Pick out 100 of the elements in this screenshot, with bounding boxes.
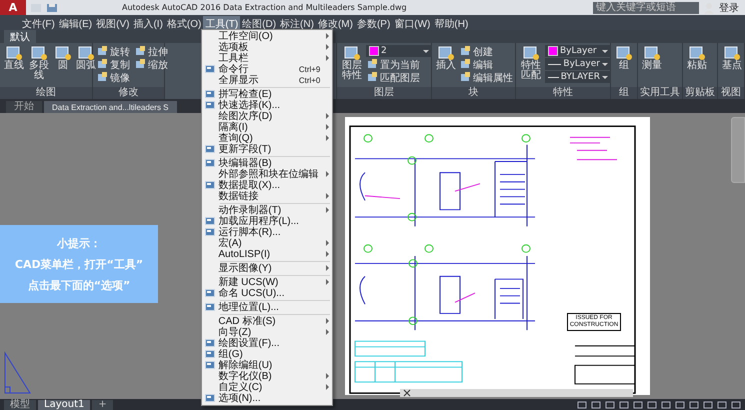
menu-item[interactable]: 动作录制器(T) <box>202 204 332 216</box>
panel-title[interactable]: 修改 <box>93 87 164 99</box>
tool-icon <box>77 45 95 61</box>
menu-item[interactable]: 绘图设置(F)... <box>202 338 332 348</box>
panel-title[interactable]: 剪贴板 <box>683 87 717 99</box>
panel-title[interactable]: 实用工具 <box>638 87 682 99</box>
dropdown-value: BYLAYER <box>560 72 600 82</box>
tool-icon <box>460 72 471 83</box>
close-icon[interactable] <box>403 389 411 397</box>
application-button[interactable]: A <box>0 0 26 15</box>
menu-item[interactable]: 快速选择(K)... <box>202 100 332 110</box>
ribbon-button[interactable]: 测量 <box>641 45 663 87</box>
menu-bar-item[interactable]: 格式(O) <box>164 16 204 30</box>
save-icon[interactable] <box>46 2 58 12</box>
menu-item[interactable]: 新建 UCS(W) <box>202 276 332 288</box>
menu-bar-item[interactable]: 绘图(D) <box>240 16 278 30</box>
property-dropdown[interactable]: ByLayer <box>545 45 611 57</box>
ribbon-button[interactable]: 镜像 <box>96 71 131 84</box>
menu-item[interactable]: 选项(N)... <box>202 392 332 404</box>
property-dropdown[interactable]: 2 <box>366 45 432 57</box>
menu-item[interactable]: 组(G) <box>202 348 332 360</box>
shortcut-text: Ctrl+0 <box>298 74 320 86</box>
tool-icon <box>54 45 72 61</box>
menu-bar-item[interactable]: 视图(V) <box>94 16 132 30</box>
layout-tab[interactable]: + <box>92 400 113 410</box>
menu-bar-item[interactable]: 帮助(H) <box>432 16 470 30</box>
tool-icon <box>343 45 361 61</box>
ribbon-button[interactable]: 匹配图层 <box>366 71 432 84</box>
panel-title[interactable]: 组 <box>611 87 637 99</box>
ucs-icon <box>2 351 32 395</box>
ribbon-button[interactable]: 圆 <box>53 45 73 87</box>
ribbon-button[interactable]: 直线 <box>3 45 25 87</box>
panel-title[interactable]: 特性 <box>516 87 610 99</box>
ribbon-button[interactable]: 复制 <box>96 58 131 71</box>
layout-tab[interactable]: 模型 <box>4 400 36 410</box>
menu-item[interactable]: 工具栏 <box>202 52 332 64</box>
document-tab[interactable]: Data Extraction and...ltileaders S <box>44 101 177 113</box>
ribbon-button[interactable]: 缩放 <box>134 58 169 71</box>
property-dropdown[interactable]: ByLayer <box>545 58 611 70</box>
layout-tab[interactable]: Layout1 <box>38 400 90 410</box>
ribbon-button[interactable]: 图层特性 <box>340 45 364 87</box>
dropdown-value: ByLayer <box>560 46 598 56</box>
ribbon-button[interactable]: 插入 <box>435 45 457 87</box>
ribbon-button[interactable]: 粘贴 <box>686 45 708 87</box>
ribbon-button[interactable]: 编辑 <box>459 58 514 71</box>
menu-item[interactable]: 数据提取(X)... <box>202 180 332 190</box>
menu-item[interactable]: 运行脚本(R)... <box>202 226 332 238</box>
menu-item[interactable]: 拼写检查(E) <box>202 88 332 100</box>
menu-item[interactable]: 选项板 <box>202 42 332 52</box>
menu-item[interactable]: 地理位置(L)... <box>202 302 332 312</box>
menu-item[interactable]: 隔离(I) <box>202 122 332 132</box>
document-tab[interactable]: 开始 <box>6 101 42 113</box>
shortcut-text: Ctrl+9 <box>298 64 320 74</box>
menu-item[interactable]: 加载应用程序(L)... <box>202 216 332 226</box>
ribbon-button[interactable]: 置为当前 <box>366 58 432 71</box>
ribbon-button[interactable]: 基点 <box>721 45 743 87</box>
menu-item[interactable]: CAD 标准(S) <box>202 316 332 326</box>
tool-icon <box>460 59 471 70</box>
menu-bar-item[interactable]: 文件(F) <box>20 16 57 30</box>
menu-bar-item[interactable]: 工具(T) <box>203 16 240 30</box>
panel-title[interactable]: 块 <box>432 87 515 99</box>
menu-bar-item[interactable]: 参数(P) <box>354 16 392 30</box>
menu-item[interactable]: 工作空间(O) <box>202 30 332 42</box>
search-field[interactable]: 键入关键字或短语 <box>593 2 699 14</box>
menu-bar-item[interactable]: 插入(I) <box>131 16 165 30</box>
ribbon-tab[interactable]: 默认 <box>4 30 36 43</box>
menu-item[interactable]: 全屏显示 Ctrl+0 <box>202 74 332 86</box>
menu-bar-item[interactable]: 窗口(W) <box>392 16 432 30</box>
ribbon-button[interactable]: 组 <box>614 45 634 87</box>
menu-item[interactable]: 向导(Z) <box>202 326 332 338</box>
menu-item[interactable]: 块编辑器(B) <box>202 158 332 168</box>
sign-in-link[interactable]: 登录 <box>719 0 739 14</box>
panel-title[interactable]: 绘图 <box>0 87 92 99</box>
ribbon-button[interactable]: 拉伸 <box>134 45 169 58</box>
ribbon-button[interactable]: 特性匹配 <box>519 45 543 87</box>
menu-item[interactable]: 外部参照和块在位编辑 <box>202 168 332 180</box>
menu-item[interactable]: 查询(Q) <box>202 132 332 144</box>
menu-item[interactable]: 更新字段(T) <box>202 144 332 154</box>
menu-item[interactable]: 解除编组(U) <box>202 360 332 370</box>
ribbon-button[interactable]: 多段线 <box>27 45 51 87</box>
menu-bar-item[interactable]: 修改(M) <box>316 16 355 30</box>
panel-title[interactable]: 图层 <box>337 87 431 99</box>
ribbon-button[interactable]: 编辑属性 <box>459 71 514 84</box>
tool-icon <box>615 45 633 61</box>
panel-title[interactable]: 视图 <box>718 87 744 99</box>
ribbon-button[interactable]: 创建 <box>459 45 514 58</box>
ribbon-button[interactable]: 旋转 <box>96 45 131 58</box>
menu-item[interactable]: 自定义(C) <box>202 382 332 392</box>
ribbon-button[interactable]: 圆弧 <box>75 45 97 87</box>
menu-item[interactable]: 数据链接 <box>202 190 332 202</box>
menu-bar-item[interactable]: 编辑(E) <box>56 16 94 30</box>
menu-item[interactable]: AutoLISP(I) <box>202 248 332 260</box>
menu-item[interactable]: 命名 UCS(U)... <box>202 288 332 298</box>
menu-item[interactable]: 绘图次序(D) <box>202 110 332 122</box>
menu-item[interactable]: 宏(A) <box>202 238 332 248</box>
property-dropdown[interactable]: BYLAYER <box>545 71 611 83</box>
menu-item[interactable]: 命令行 Ctrl+9 <box>202 64 332 74</box>
menu-item[interactable]: 显示图像(Y) <box>202 262 332 274</box>
menu-item[interactable]: 数字化仪(B) <box>202 370 332 382</box>
menu-bar-item[interactable]: 标注(N) <box>278 16 316 30</box>
